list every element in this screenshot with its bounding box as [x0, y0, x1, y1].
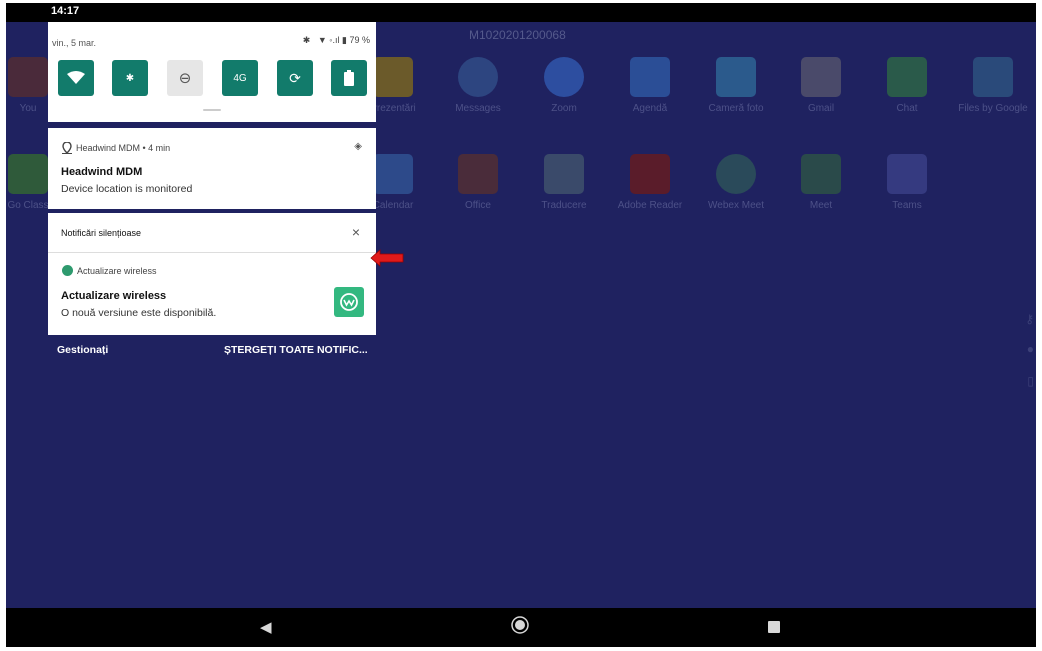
back-icon[interactable]: ◀ — [260, 618, 272, 636]
app-label: Messages — [455, 103, 501, 114]
auto-rotate-icon: ⟳ — [289, 69, 301, 86]
battery-saver-icon — [344, 70, 354, 86]
adobe-reader-icon — [630, 154, 670, 194]
app-camera[interactable]: Cameră foto — [696, 57, 776, 114]
tile-auto-rotate[interactable]: ⟳ — [277, 60, 313, 96]
app-adobe-reader[interactable]: Adobe Reader — [610, 154, 690, 211]
status-bar: 14:17 — [6, 3, 1036, 22]
teams-icon — [887, 154, 927, 194]
notification-app-name: Headwind MDM • 4 min — [76, 143, 171, 153]
gmail-icon — [801, 57, 841, 97]
slides-icon — [373, 57, 413, 97]
notification-headwind-mdm[interactable]: Headwind MDM • 4 min ◈ Headwind MDM Devi… — [48, 128, 376, 209]
office-icon — [458, 154, 498, 194]
qs-date: vin., 5 mar. — [52, 38, 97, 48]
notification-app-name: Actualizare wireless — [77, 265, 157, 276]
battery-percent: 79 % — [349, 35, 370, 45]
contacts-icon — [630, 57, 670, 97]
app-meet[interactable]: Meet — [781, 154, 861, 211]
notification-text: Device location is monitored — [61, 183, 193, 195]
silent-notifications-header: Notificări silențioase — [61, 228, 142, 238]
tile-mobile-data[interactable]: 4G — [222, 60, 258, 96]
app-label: Files by Google — [958, 103, 1028, 114]
bluetooth-icon: ✱ — [302, 35, 311, 45]
classroom-icon — [8, 154, 48, 194]
notification-app-line: Headwind MDM • 4 min — [62, 142, 170, 154]
app-label: Adobe Reader — [617, 200, 683, 211]
status-clock: 14:17 — [51, 5, 80, 17]
tile-bluetooth[interactable]: ✱ — [112, 60, 148, 96]
app-label: Teams — [892, 200, 922, 211]
red-arrow-annotation — [370, 249, 404, 267]
app-chat[interactable]: Chat — [867, 57, 947, 114]
update-app-icon[interactable] — [334, 287, 364, 317]
app-office[interactable]: Office — [438, 154, 518, 211]
app-agenda[interactable]: Agendă — [610, 57, 690, 114]
app-messages[interactable]: Messages — [438, 57, 518, 114]
app-label: Gmail — [807, 103, 835, 114]
recents-icon[interactable] — [768, 620, 780, 637]
key-icon[interactable]: ⚷ — [1025, 312, 1034, 326]
wifi-icon: ▼ — [317, 35, 327, 45]
files-icon — [973, 57, 1013, 97]
clear-all-notifications-button[interactable]: ȘTERGEȚI TOATE NOTIFIC... — [224, 344, 368, 356]
tile-battery-saver[interactable] — [331, 60, 367, 96]
notification-app-line: Actualizare wireless — [62, 265, 157, 276]
tile-do-not-disturb[interactable]: ⊖ — [167, 60, 203, 96]
app-gmail[interactable]: Gmail — [781, 57, 861, 114]
app-label: Meet — [809, 200, 833, 211]
app-label: Office — [465, 200, 491, 211]
mobile-data-label: 4G — [233, 72, 247, 84]
navigation-bar: ◀ — [6, 608, 1036, 647]
chat-icon — [887, 57, 927, 97]
do-not-disturb-icon: ⊖ — [178, 70, 192, 87]
device-id-label: M1020201200068 — [469, 28, 566, 42]
youtube-icon — [8, 57, 48, 97]
app-label: Cameră foto — [708, 103, 764, 114]
app-label: Traducere — [541, 200, 587, 211]
camera-icon — [716, 57, 756, 97]
wireless-update-logo-icon — [340, 293, 358, 311]
close-icon[interactable]: × — [352, 224, 360, 240]
exit-icon[interactable]: ▯ — [1027, 374, 1034, 388]
location-pin-icon — [62, 142, 72, 154]
wifi-icon — [67, 71, 85, 84]
messages-icon — [458, 57, 498, 97]
app-translate[interactable]: Traducere — [524, 154, 604, 211]
calendar-icon — [373, 154, 413, 194]
app-zoom[interactable]: Zoom — [524, 57, 604, 114]
bluetooth-icon: ✱ — [125, 72, 135, 84]
battery-icon: ▮ — [342, 35, 347, 45]
notification-title: Headwind MDM — [61, 166, 143, 178]
tile-wifi[interactable] — [58, 60, 94, 96]
signal-icon: ◦.ıl — [329, 35, 340, 45]
app-teams[interactable]: Teams — [867, 154, 947, 211]
app-label: Chat — [896, 103, 918, 114]
manage-notifications-button[interactable]: Gestionați — [57, 344, 108, 356]
app-label: Webex Meet — [708, 200, 764, 211]
silent-notifications-group: Notificări silențioase × Actualizare wir… — [48, 213, 376, 335]
qs-status-icons: ✱ ▼ ◦.ıl ▮ 79 % — [303, 35, 370, 46]
app-files[interactable]: Files by Google — [953, 57, 1033, 114]
quick-settings-panel: vin., 5 mar. ✱ ▼ ◦.ıl ▮ 79 % ✱ ⊖ 4G ⟳ — [48, 22, 376, 122]
webex-icon — [716, 154, 756, 194]
notification-title: Actualizare wireless — [61, 290, 167, 302]
notification-text: O nouă versiune este disponibilă. — [61, 307, 217, 319]
zoom-icon — [544, 57, 584, 97]
layers-icon[interactable]: ◈ — [354, 141, 362, 152]
translate-icon — [544, 154, 584, 194]
divider — [48, 252, 376, 253]
app-webex[interactable]: Webex Meet — [696, 154, 776, 211]
app-label: Agendă — [632, 103, 668, 114]
home-icon[interactable] — [511, 616, 529, 638]
info-icon[interactable]: ● — [1027, 342, 1034, 356]
wireless-update-icon — [62, 265, 73, 276]
tablet-screen: 14:17 M1020201200068 You Prezentări Mess… — [6, 3, 1036, 647]
app-label: Zoom — [551, 103, 577, 114]
meet-icon — [801, 154, 841, 194]
qs-drag-handle[interactable] — [203, 109, 221, 111]
